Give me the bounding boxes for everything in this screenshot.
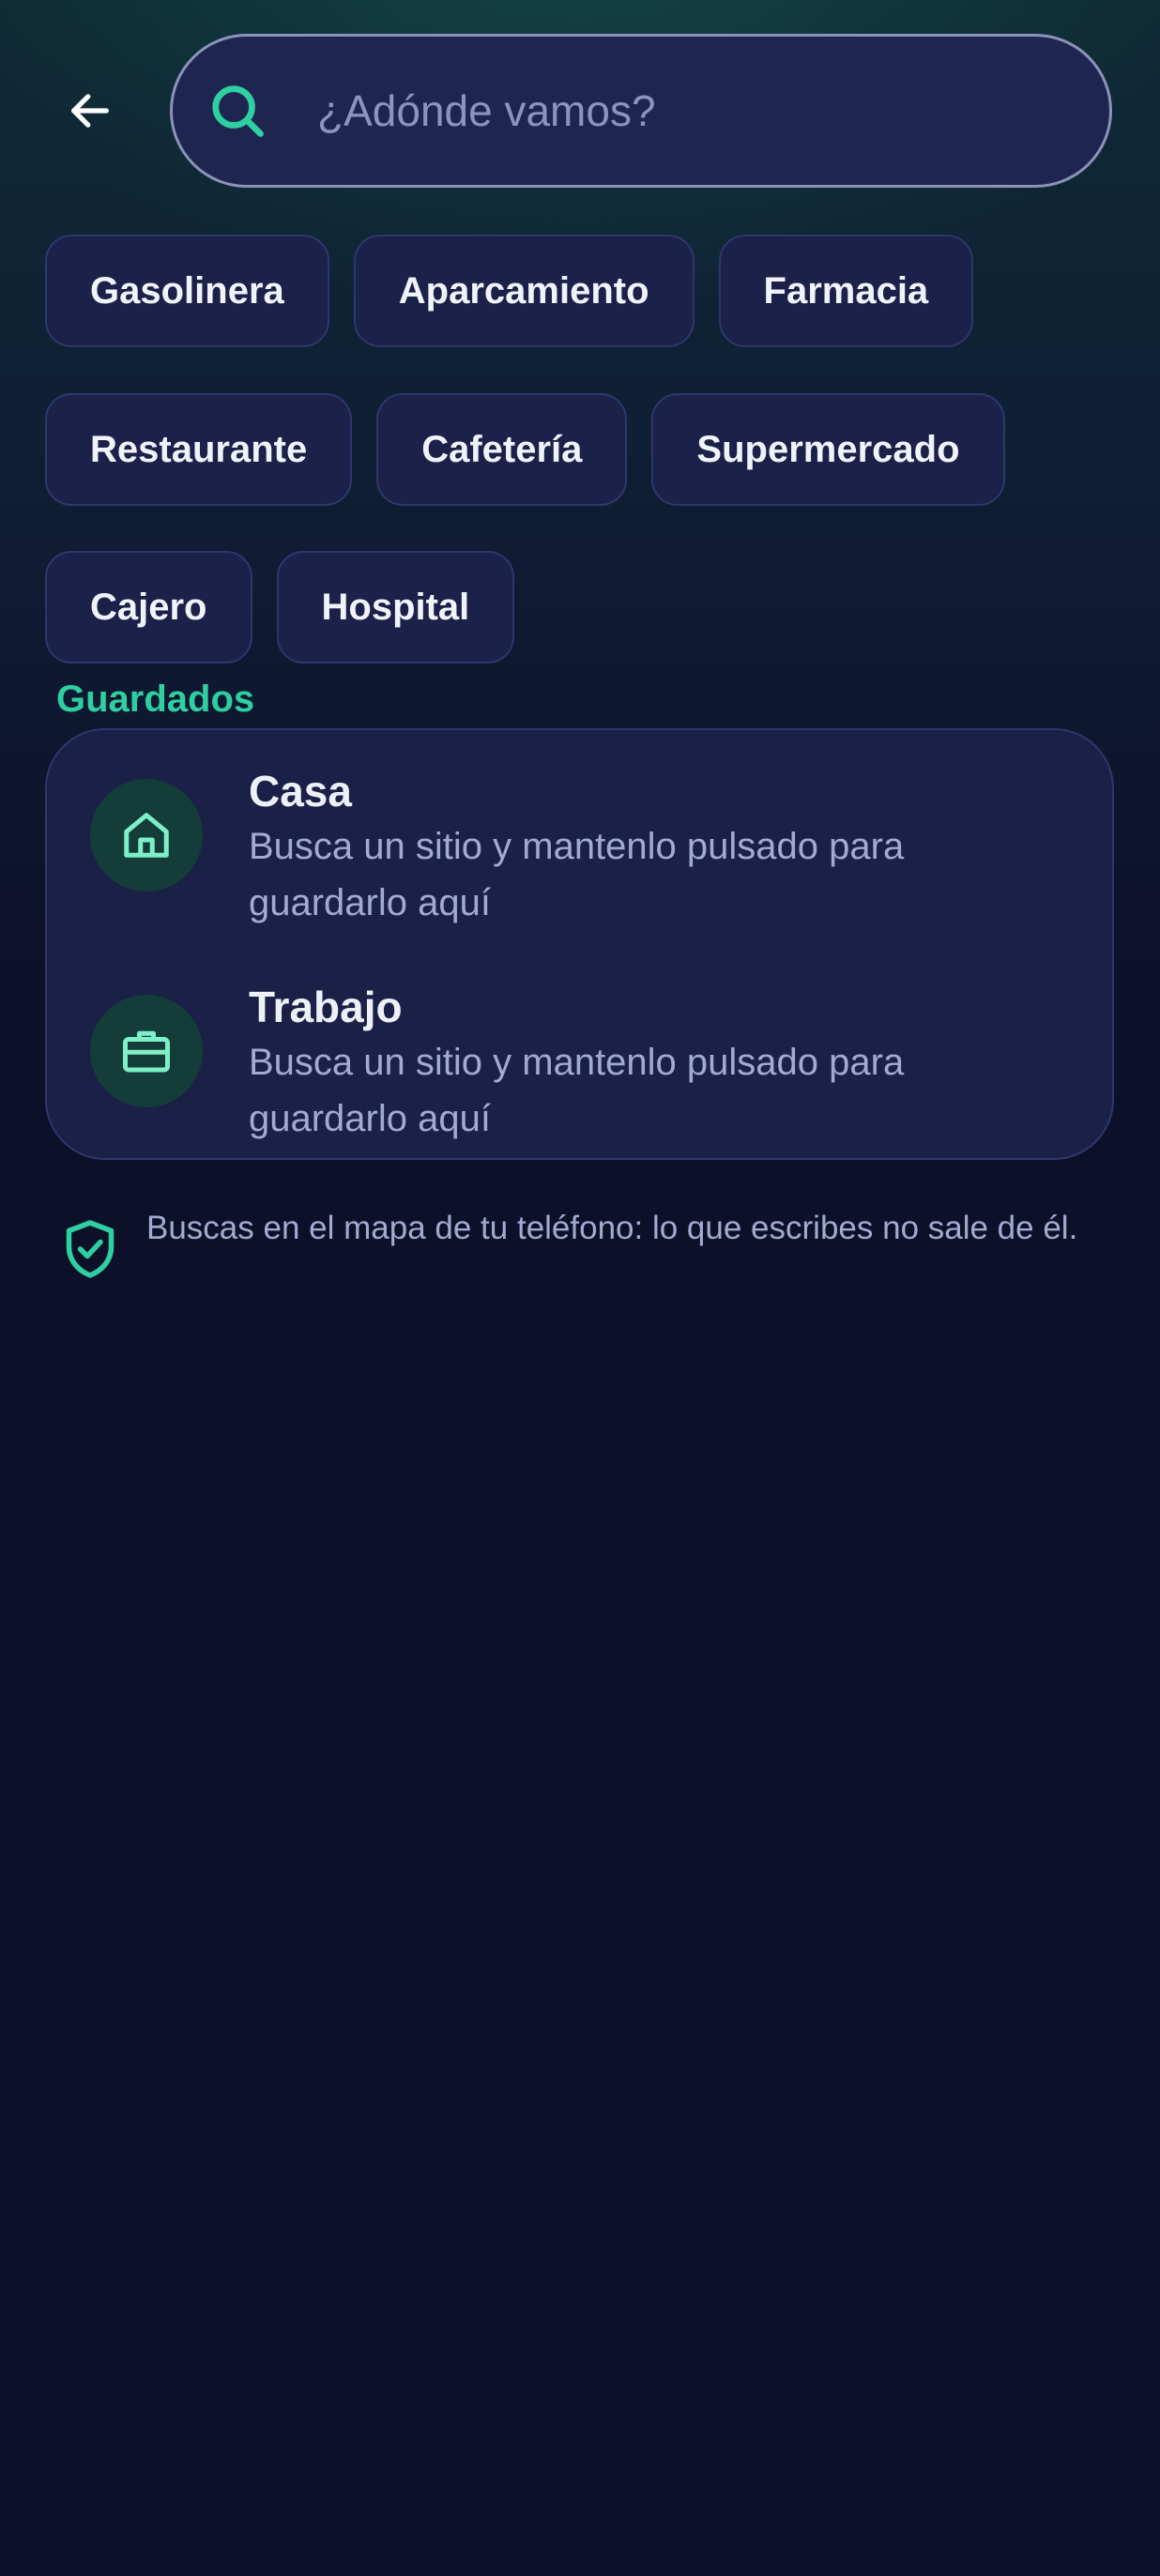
chip-gasolinera[interactable]: Gasolinera xyxy=(45,235,329,347)
chip-hospital[interactable]: Hospital xyxy=(276,551,515,663)
search-icon xyxy=(212,85,264,137)
saved-item-subtitle: Busca un sitio y mantenlo pulsado para g… xyxy=(249,826,905,923)
category-row-2: Restaurante Cafetería Supermercado xyxy=(45,393,1005,506)
category-row-3: Cajero Hospital xyxy=(45,551,515,663)
privacy-text: Buscas en el mapa de tu teléfono: lo que… xyxy=(146,1210,1078,1246)
search-input[interactable] xyxy=(315,37,1072,185)
chip-farmacia[interactable]: Farmacia xyxy=(718,235,974,347)
briefcase-icon xyxy=(123,1030,170,1073)
saved-item-casa[interactable]: Casa Busca un sitio y mantenlo pulsado p… xyxy=(47,758,1112,946)
chip-restaurante[interactable]: Restaurante xyxy=(45,393,353,506)
saved-item-trabajo[interactable]: Trabajo Busca un sitio y mantenlo pulsad… xyxy=(47,974,1112,1162)
saved-item-subtitle: Busca un sitio y mantenlo pulsado para g… xyxy=(249,1042,905,1139)
saved-places-card: Casa Busca un sitio y mantenlo pulsado p… xyxy=(45,728,1114,1160)
shield-check-icon xyxy=(66,1220,114,1278)
saved-item-title: Casa xyxy=(249,767,352,815)
saved-section-title: Guardados xyxy=(56,678,255,720)
search-bar[interactable] xyxy=(170,34,1112,188)
saved-item-icon-bg xyxy=(90,779,203,892)
chip-cafeteria[interactable]: Cafetería xyxy=(376,393,628,506)
saved-item-title: Trabajo xyxy=(249,983,403,1031)
arrow-left-icon xyxy=(71,94,109,128)
chip-cajero[interactable]: Cajero xyxy=(45,551,252,663)
home-icon xyxy=(124,813,169,858)
saved-item-icon-bg xyxy=(90,995,203,1107)
chip-supermercado[interactable]: Supermercado xyxy=(651,393,1005,506)
page-background xyxy=(0,0,1160,2576)
category-row-1: Gasolinera Aparcamiento Farmacia xyxy=(45,235,974,347)
chip-aparcamiento[interactable]: Aparcamiento xyxy=(353,235,694,347)
back-button[interactable] xyxy=(45,66,135,156)
